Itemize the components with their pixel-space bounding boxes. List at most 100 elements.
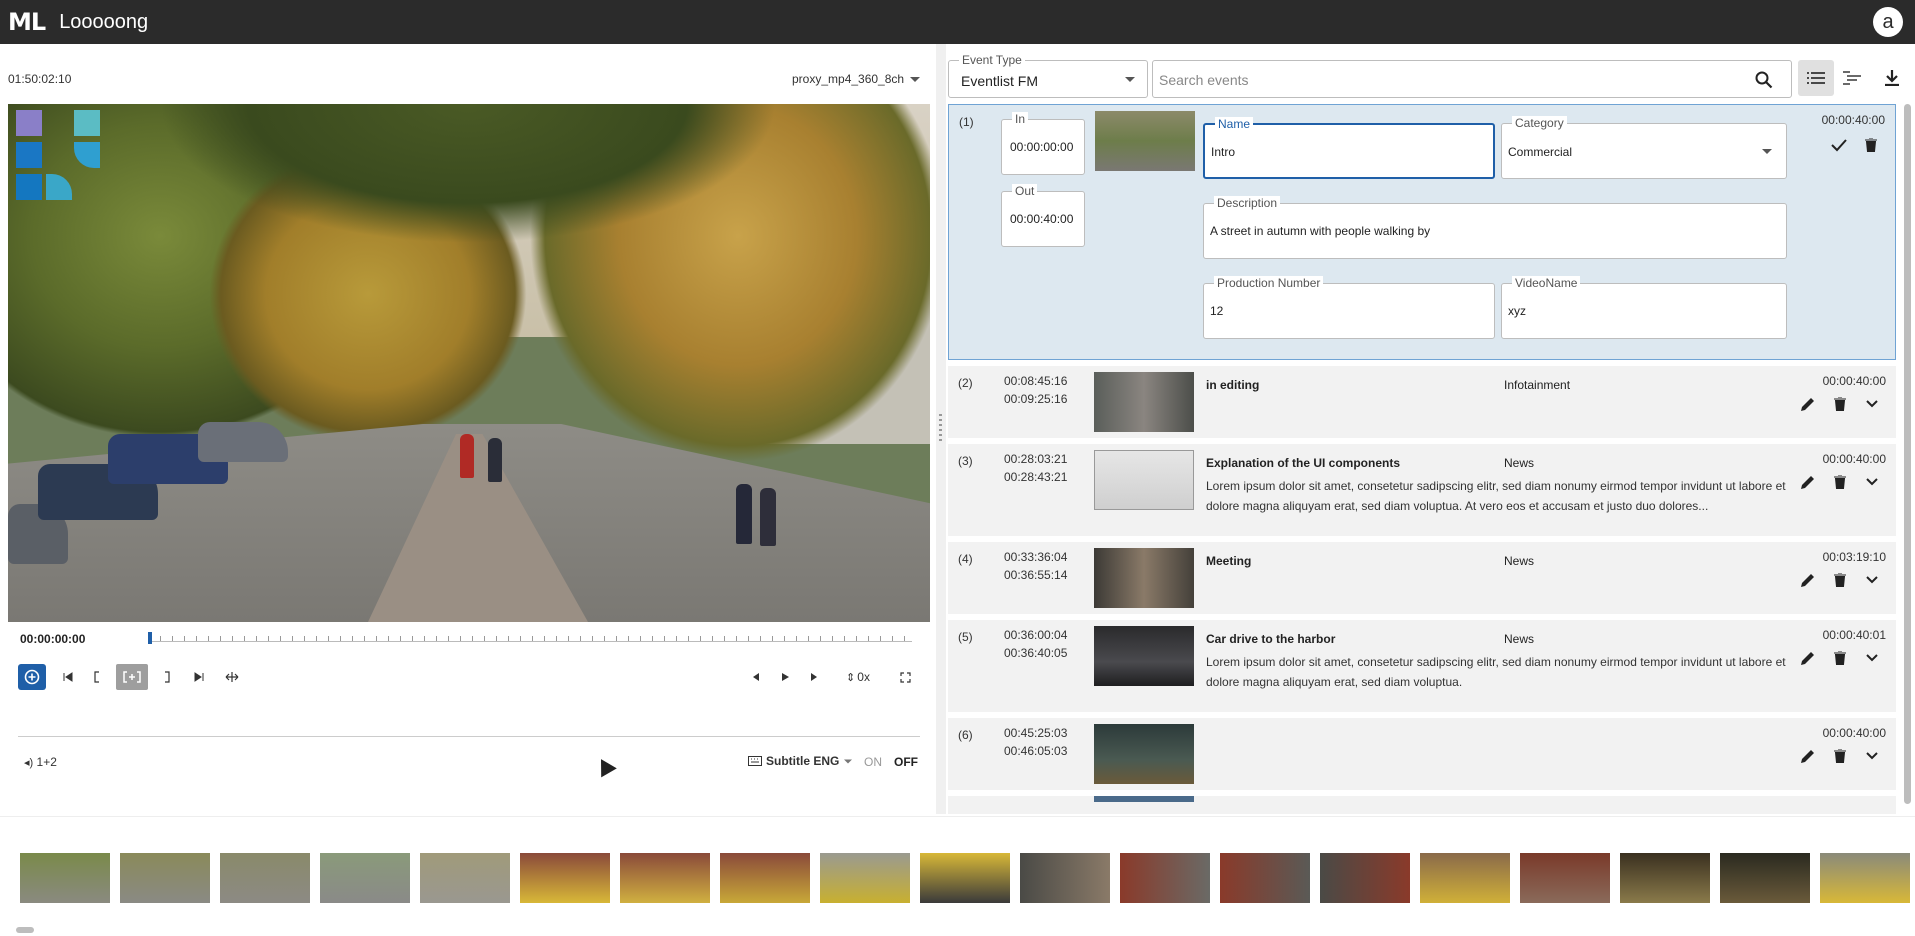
- filmstrip-frame[interactable]: [1120, 853, 1210, 903]
- event-in: 00:28:03:21: [1004, 452, 1068, 466]
- event-in: 00:45:25:03: [1004, 726, 1068, 740]
- app-logo[interactable]: ML: [8, 8, 46, 36]
- delete-button[interactable]: [1832, 650, 1848, 666]
- event-duration: 00:00:40:00: [1822, 726, 1886, 740]
- set-in-button[interactable]: [90, 664, 104, 690]
- play-button[interactable]: [776, 664, 794, 690]
- list-view-button[interactable]: [1798, 60, 1834, 96]
- user-avatar[interactable]: a: [1873, 7, 1903, 37]
- filmstrip-frame[interactable]: [820, 853, 910, 903]
- search-input[interactable]: Search events: [1152, 60, 1792, 98]
- chevron-down-icon: [1125, 77, 1135, 82]
- filmstrip-frame[interactable]: [1820, 853, 1910, 903]
- event-name: Meeting: [1206, 554, 1252, 568]
- in-timecode-field[interactable]: In 00:00:00:00: [1001, 112, 1085, 175]
- edit-button[interactable]: [1800, 650, 1816, 666]
- video-frame[interactable]: [8, 104, 930, 622]
- proxy-select[interactable]: proxy_mp4_360_8ch: [792, 72, 921, 86]
- event-thumbnail: [1094, 724, 1194, 784]
- expand-button[interactable]: [1864, 748, 1880, 764]
- edit-button[interactable]: [1800, 572, 1816, 588]
- filmstrip-frame[interactable]: [620, 853, 710, 903]
- filmstrip-frame[interactable]: [1420, 853, 1510, 903]
- filmstrip-frame[interactable]: [720, 853, 810, 903]
- filmstrip-frame[interactable]: [1320, 853, 1410, 903]
- trim-button[interactable]: [222, 664, 242, 690]
- filmstrip-frame[interactable]: [1720, 853, 1810, 903]
- name-field[interactable]: Name Intro: [1203, 117, 1495, 179]
- bracket-open-icon: [94, 671, 99, 683]
- delete-button[interactable]: [1863, 137, 1879, 153]
- event-list-scrollbar[interactable]: [1904, 104, 1911, 804]
- event-row[interactable]: (2) 00:08:45:16 00:09:25:16 in editing I…: [948, 366, 1896, 438]
- detail-view-button[interactable]: [1834, 60, 1870, 96]
- next-frame-button[interactable]: [806, 664, 824, 690]
- go-to-in-button[interactable]: [58, 664, 78, 690]
- event-index: (2): [958, 376, 973, 390]
- timeline-scrubber[interactable]: [148, 630, 912, 642]
- filmstrip-frame[interactable]: [1620, 853, 1710, 903]
- panel-splitter[interactable]: [936, 44, 946, 814]
- save-button[interactable]: [1831, 137, 1847, 153]
- event-type-select[interactable]: Event Type Eventlist FM: [948, 53, 1148, 98]
- event-index: (4): [958, 552, 973, 566]
- filmstrip-frame[interactable]: [220, 853, 310, 903]
- go-to-out-button[interactable]: [190, 664, 208, 690]
- playback-speed[interactable]: ⇕ 0x: [840, 664, 876, 690]
- event-description: Lorem ipsum dolor sit amet, consetetur s…: [1206, 655, 1786, 689]
- event-row[interactable]: (6) 00:45:25:03 00:46:05:03 00:00:40:00: [948, 718, 1896, 790]
- event-category: News: [1504, 632, 1535, 646]
- delete-button[interactable]: [1832, 572, 1848, 588]
- set-out-button[interactable]: [160, 664, 174, 690]
- filmstrip-frame[interactable]: [420, 853, 510, 903]
- filmstrip-scrollbar[interactable]: [16, 927, 34, 933]
- filmstrip-frame[interactable]: [1020, 853, 1110, 903]
- filmstrip-frame[interactable]: [1220, 853, 1310, 903]
- category-select[interactable]: Category Commercial: [1501, 116, 1787, 179]
- chevron-down-icon: [910, 76, 921, 82]
- playhead-handle[interactable]: [148, 632, 152, 644]
- add-event-button[interactable]: [18, 664, 46, 690]
- description-label: Description: [1214, 196, 1281, 210]
- filmstrip-frame[interactable]: [120, 853, 210, 903]
- event-row-selected[interactable]: (1) In 00:00:00:00 Out 00:00:40:00 Name …: [948, 104, 1896, 360]
- previous-frame-button[interactable]: [746, 664, 764, 690]
- edit-button[interactable]: [1800, 474, 1816, 490]
- filmstrip-frame[interactable]: [20, 853, 110, 903]
- fullscreen-icon: [899, 671, 911, 683]
- subtitle-on-toggle[interactable]: ON: [864, 755, 882, 769]
- filmstrip-frame[interactable]: [320, 853, 410, 903]
- delete-button[interactable]: [1832, 474, 1848, 490]
- expand-button[interactable]: [1864, 474, 1880, 490]
- expand-button[interactable]: [1864, 572, 1880, 588]
- subtitle-select[interactable]: Subtitle ENG: [748, 754, 853, 768]
- download-button[interactable]: [1874, 60, 1910, 96]
- delete-button[interactable]: [1832, 748, 1848, 764]
- event-row[interactable]: (5) 00:36:00:04 00:36:40:05 Car drive to…: [948, 620, 1896, 712]
- subtitle-off-toggle[interactable]: OFF: [894, 755, 918, 769]
- audio-channel-select[interactable]: ◂) 1+2: [24, 755, 57, 769]
- delete-button[interactable]: [1832, 396, 1848, 412]
- channel-logo: [16, 110, 102, 200]
- skip-previous-icon: [751, 673, 759, 681]
- edit-button[interactable]: [1800, 748, 1816, 764]
- event-row[interactable]: (3) 00:28:03:21 00:28:43:21 Explanation …: [948, 444, 1896, 536]
- video-name-field[interactable]: VideoName xyz: [1501, 276, 1787, 339]
- mark-range-button[interactable]: [116, 664, 148, 690]
- out-timecode-field[interactable]: Out 00:00:40:00: [1001, 184, 1085, 247]
- chevron-down-icon: [1866, 752, 1878, 760]
- event-row-partial[interactable]: [948, 796, 1896, 814]
- search-icon[interactable]: [1755, 71, 1773, 89]
- filmstrip-frame[interactable]: [1520, 853, 1610, 903]
- filmstrip-frame[interactable]: [520, 853, 610, 903]
- edit-button[interactable]: [1800, 396, 1816, 412]
- event-index: (3): [958, 454, 973, 468]
- production-number-field[interactable]: Production Number 12: [1203, 276, 1495, 339]
- description-field[interactable]: Description A street in autumn with peop…: [1203, 196, 1787, 259]
- fullscreen-button[interactable]: [896, 664, 914, 690]
- expand-button[interactable]: [1864, 650, 1880, 666]
- name-label: Name: [1215, 117, 1254, 131]
- event-row[interactable]: (4) 00:33:36:04 00:36:55:14 Meeting News…: [948, 542, 1896, 614]
- filmstrip-frame[interactable]: [920, 853, 1010, 903]
- expand-button[interactable]: [1864, 396, 1880, 412]
